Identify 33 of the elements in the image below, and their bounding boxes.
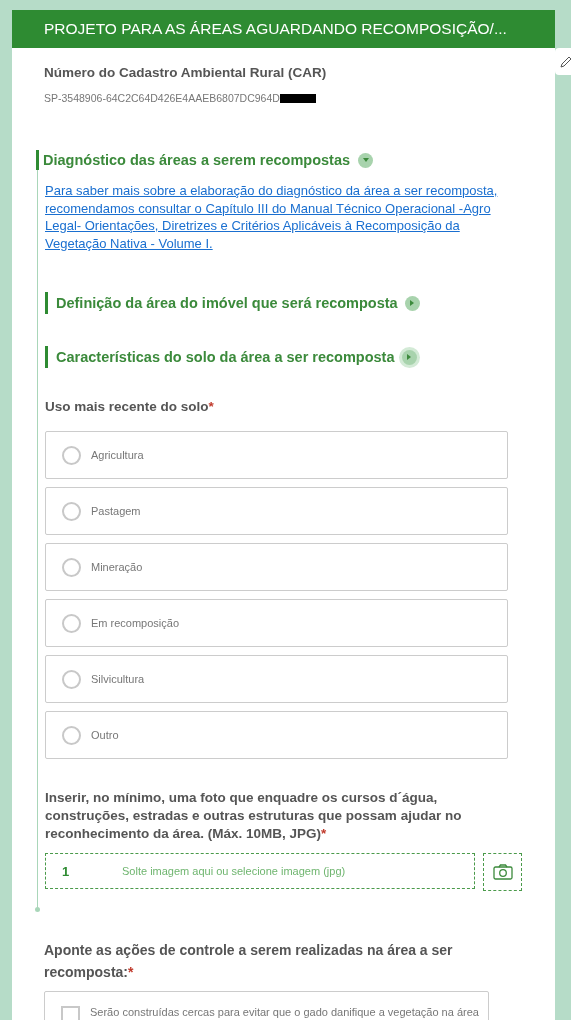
radio-option[interactable]: Outro [45,711,508,759]
car-number: SP-3548906-64C2C64D426E4AAEB6807DC964D [44,92,280,104]
edit-button[interactable] [555,48,571,75]
camera-button[interactable] [483,853,522,891]
redaction-bar [279,93,316,103]
pencil-icon [559,54,571,69]
image-drop-field[interactable]: 1 Solte imagem aqui ou selecione imagem (jpg) [45,853,475,889]
checkbox-option[interactable]: Serão construídas cercas para evitar que o gado danifique a vegetação na área [44,991,489,1020]
radio-button[interactable] [62,445,81,465]
toggle-icon[interactable] [358,152,374,168]
toggle-icon[interactable] [401,349,417,365]
checkbox[interactable] [61,1006,80,1020]
radio-option[interactable]: Silvicultura [45,655,508,703]
radio-option[interactable]: Pastagem [45,487,508,535]
form-title: PROJETO PARA AS ÁREAS AGUARDANDO RECOMPOSIÇÃO/... [44,20,507,38]
radio-option[interactable]: Mineração [45,543,508,591]
section-title: Características do solo da área a ser recomposta [56,349,395,365]
question-label: Inserir, no mínimo, uma foto que enquadre os cursos d´água, construções, estradas e outras estruturas que possam ajudar no reconhecimento da área. (Máx. 10MB, JPG)* [45,789,463,843]
radio-button[interactable] [62,501,81,521]
radio-button[interactable] [62,725,81,745]
toggle-icon[interactable] [404,295,420,311]
radio-button[interactable] [62,613,81,633]
section-title: Definição da área do imóvel que será recomposta [56,295,398,311]
radio-option[interactable]: Agricultura [45,431,508,479]
field-label: Número do Cadastro Ambiental Rural (CAR) [44,64,328,82]
radio-button[interactable] [62,557,81,577]
group-title: Diagnóstico das áreas a serem recompostas [43,152,351,168]
camera-icon [492,864,513,880]
radio-button[interactable] [62,669,81,689]
question-label: Aponte as ações de controle a serem realizadas na área a ser recomposta:* [44,941,454,982]
radio-option[interactable]: Em recomposição [45,599,508,647]
manual-link[interactable]: Para saber mais sobre a elaboração do diagnóstico da área a ser recomposta, recomendamos consultar o Capítulo III do Manual Técnico Operacional -Agro Legal- Orientações, Diretrizes e Critérios Aplicáveis à Recomposição da Vegetação Nativa - Volume I. [45,182,523,252]
question-label: Uso mais recente do solo* [45,398,215,416]
